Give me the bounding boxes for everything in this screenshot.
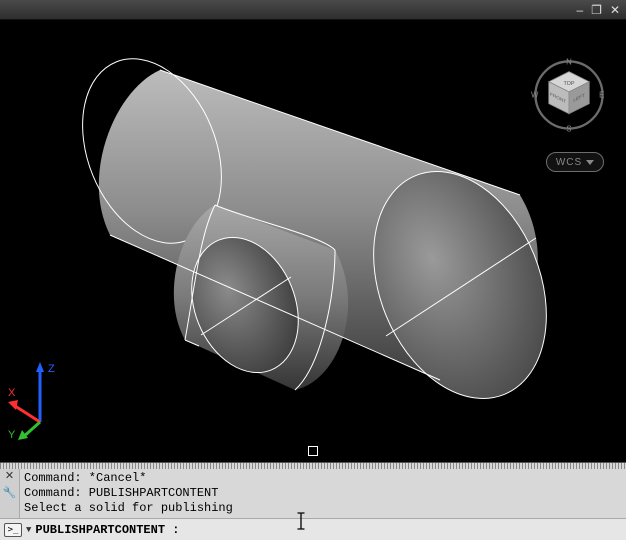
close-button[interactable]: ✕ <box>610 4 620 16</box>
minimize-button[interactable]: – <box>576 4 583 16</box>
command-recent-dropdown-icon[interactable]: ▼ <box>26 525 31 535</box>
command-prompt-label: PUBLISHPARTCONTENT : <box>35 523 179 537</box>
pick-aperture <box>308 446 318 456</box>
command-history-line: Command: *Cancel* <box>24 471 622 486</box>
command-options-icon[interactable]: 🔧 <box>3 488 17 499</box>
command-gutter: ✕ 🔧 <box>0 469 20 518</box>
ucs-y-label: Y <box>8 429 16 440</box>
restore-button[interactable]: ❐ <box>591 4 602 16</box>
solid-model[interactable] <box>20 35 580 435</box>
model-viewport[interactable]: N E S W TOP FRONT LEFT WCS Z X Y <box>0 20 626 462</box>
command-input[interactable] <box>183 523 622 537</box>
close-command-panel-icon[interactable]: ✕ <box>5 471 14 482</box>
command-panel: ✕ 🔧 Command: *Cancel*Command: PUBLISHPAR… <box>0 462 626 540</box>
viewcube[interactable]: N E S W TOP FRONT LEFT <box>530 56 608 134</box>
viewcube-top-label: TOP <box>563 81 574 87</box>
command-history: ✕ 🔧 Command: *Cancel*Command: PUBLISHPAR… <box>0 469 626 518</box>
compass-w-label: W <box>531 90 539 99</box>
compass-s-label: S <box>566 125 571 134</box>
ucs-x-label: X <box>8 387 16 399</box>
window-titlebar: – ❐ ✕ <box>0 0 626 20</box>
compass-n-label: N <box>566 58 572 67</box>
command-input-row: >_ ▼ PUBLISHPARTCONTENT : <box>0 518 626 540</box>
command-prompt-icon[interactable]: >_ <box>4 523 22 537</box>
command-history-line: Command: PUBLISHPARTCONTENT <box>24 486 622 501</box>
wcs-label: WCS <box>556 157 582 168</box>
wcs-dropdown[interactable]: WCS <box>546 152 604 172</box>
ucs-icon[interactable]: Z X Y <box>8 360 78 440</box>
compass-e-label: E <box>599 90 604 99</box>
command-history-line: Select a solid for publishing <box>24 501 622 516</box>
ucs-z-label: Z <box>48 363 55 375</box>
